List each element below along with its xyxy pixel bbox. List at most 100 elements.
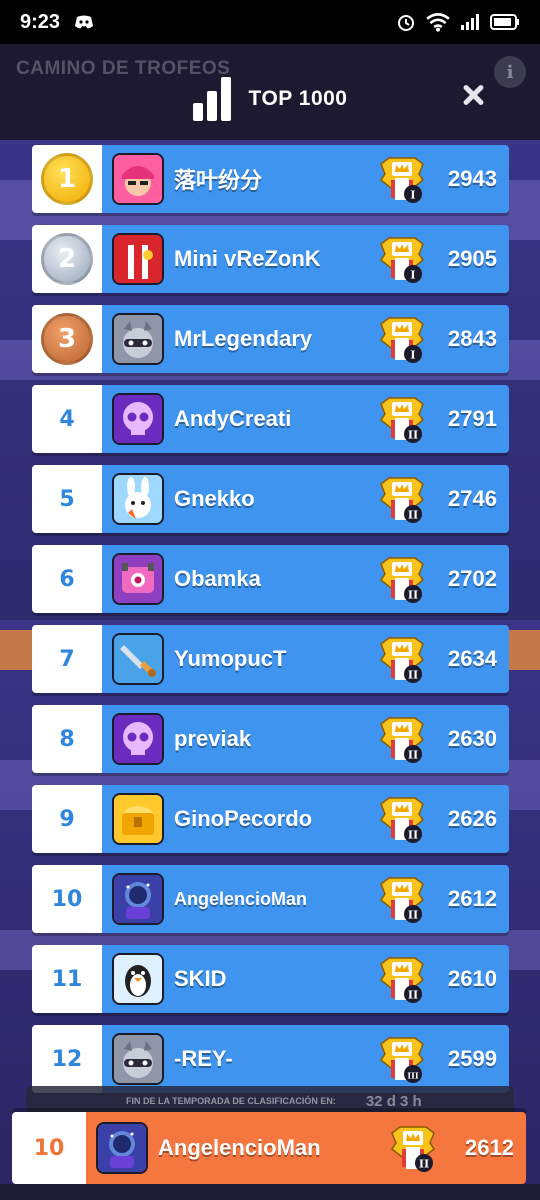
league-tier-text: I [410, 349, 415, 362]
trophy-count: 2630 [448, 726, 497, 751]
leaderboard-row[interactable]: 5 Gnekko II 2746 [32, 465, 509, 533]
rank-number: 5 [59, 486, 75, 512]
league-badge-icon: II [379, 874, 425, 924]
player-name: -REY- [174, 1046, 233, 1071]
rank-number: 10 [51, 886, 83, 912]
close-button[interactable] [456, 78, 490, 112]
leaderboard-row[interactable]: 1 落叶纷分 I 2943 [32, 145, 509, 213]
trophy-count: 2746 [448, 486, 497, 511]
league-badge-icon: I [379, 314, 425, 364]
leaderboard-row[interactable]: 9 GinoPecordo II 2626 [32, 785, 509, 853]
trophy-count: 2610 [448, 966, 497, 991]
player-info: Gnekko II 2746 [102, 465, 509, 533]
rank-cell: 3 [32, 305, 102, 373]
battery-icon [490, 14, 519, 30]
pink-robot-icon [112, 553, 164, 605]
player-info: 落叶纷分 I 2943 [102, 145, 509, 213]
rank-cell: 8 [32, 705, 102, 773]
gold-medal-icon: 1 [41, 153, 93, 205]
rank-number: 2 [57, 244, 77, 274]
league-tier-text: II [408, 749, 418, 762]
player-info: SKID II 2610 [102, 945, 509, 1013]
rank-number: 11 [51, 966, 83, 992]
leaderboard-row[interactable]: 2 Mini vReZonK I 2905 [32, 225, 509, 293]
purple-skull-icon [112, 393, 164, 445]
player-info: Obamka II 2702 [102, 545, 509, 613]
player-info: GinoPecordo II 2626 [102, 785, 509, 853]
rank-cell: 5 [32, 465, 102, 533]
leaderboard-row[interactable]: 6 Obamka II 2702 [32, 545, 509, 613]
trophy-count: 2702 [448, 566, 497, 591]
season-label: FIN DE LA TEMPORADA DE CLASIFICACIÓN EN: [126, 1096, 336, 1106]
leaderboard-row[interactable]: 7 YumopucT II 2634 [32, 625, 509, 693]
current-player-name: AngelencioMan [158, 1135, 321, 1160]
league-tier-text: III [407, 1071, 418, 1081]
raccoon-icon [112, 1033, 164, 1085]
silver-medal-icon: 2 [41, 233, 93, 285]
bottom-bar [0, 1184, 540, 1200]
leaderboard-icon [192, 77, 231, 121]
rank-cell: 7 [32, 625, 102, 693]
bronze-medal-icon: 3 [41, 313, 93, 365]
leaderboard-row[interactable]: 3 MrLegendary I 2843 [32, 305, 509, 373]
red-jacket-icon [112, 233, 164, 285]
treasure-chest-icon [112, 793, 164, 845]
sword-icon [112, 633, 164, 685]
league-badge-icon: II [379, 794, 425, 844]
player-info: -REY- III 2599 [102, 1025, 509, 1093]
player-info: AndyCreati II 2791 [102, 385, 509, 453]
rank-number: 4 [59, 406, 75, 432]
league-tier-text: II [419, 1158, 429, 1171]
pink-hair-brawler-icon [112, 153, 164, 205]
trophy-count: 2634 [448, 646, 497, 671]
current-player-rank: 10 [12, 1112, 86, 1184]
raccoon-icon [112, 313, 164, 365]
trophy-count: 2599 [448, 1046, 497, 1071]
leaderboard-row[interactable]: 8 previak II 2630 [32, 705, 509, 773]
player-name: Obamka [174, 566, 261, 591]
rank-number: 12 [51, 1046, 83, 1072]
leaderboard-row[interactable]: 4 AndyCreati II 2791 [32, 385, 509, 453]
league-badge-icon: I [379, 154, 425, 204]
player-name: Gnekko [174, 486, 255, 511]
player-name: previak [174, 726, 252, 751]
player-name: AndyCreati [174, 406, 292, 431]
season-time-left: 32 d 3 h [365, 1092, 422, 1110]
leaderboard-row[interactable]: 11 SKID II 2610 [32, 945, 509, 1013]
page-title: TOP 1000 [248, 87, 348, 110]
leaderboard-row[interactable]: 12 -REY- III 2599 [32, 1025, 509, 1093]
wifi-icon [426, 13, 450, 32]
trophy-count: 2626 [448, 806, 497, 831]
league-badge-icon: II [379, 394, 425, 444]
current-player-trophies: 2612 [465, 1135, 514, 1160]
alarm-icon [398, 15, 414, 31]
league-badge-icon: II [379, 954, 425, 1004]
league-badge-icon: II [379, 474, 425, 524]
trophy-count: 2843 [448, 326, 497, 351]
rank-cell: 11 [32, 945, 102, 1013]
penguin-icon [112, 953, 164, 1005]
player-name: GinoPecordo [174, 806, 313, 831]
discord-icon [75, 15, 94, 29]
leaderboard-row[interactable]: 10 AngelencioMan II 2612 [32, 865, 509, 933]
rank-number: 8 [59, 726, 75, 752]
player-name: 落叶纷分 [174, 168, 263, 193]
league-tier-text: II [408, 989, 418, 1002]
rank-number: 7 [59, 646, 75, 672]
player-name: SKID [174, 966, 227, 991]
player-name: YumopucT [174, 646, 287, 671]
league-tier-text: II [408, 429, 418, 442]
league-badge-icon: II [390, 1123, 436, 1173]
player-name: AngelencioMan [174, 888, 308, 909]
current-player-row[interactable]: 10 AngelencioMan II 2612 [12, 1112, 526, 1184]
player-info: Mini vReZonK I 2905 [102, 225, 509, 293]
rank-cell: 12 [32, 1025, 102, 1093]
player-info: AngelencioMan II 2612 [102, 865, 509, 933]
rank-number: 6 [59, 566, 75, 592]
rank-cell: 2 [32, 225, 102, 293]
trophy-count: 2612 [448, 886, 497, 911]
league-tier-text: I [410, 269, 415, 282]
league-badge-icon: II [379, 634, 425, 684]
leaderboard-list: 1 落叶纷分 I 2943 2 Mini vReZonK I 2905 3 MrLegendary… [32, 145, 509, 1105]
league-tier-text: II [408, 829, 418, 842]
